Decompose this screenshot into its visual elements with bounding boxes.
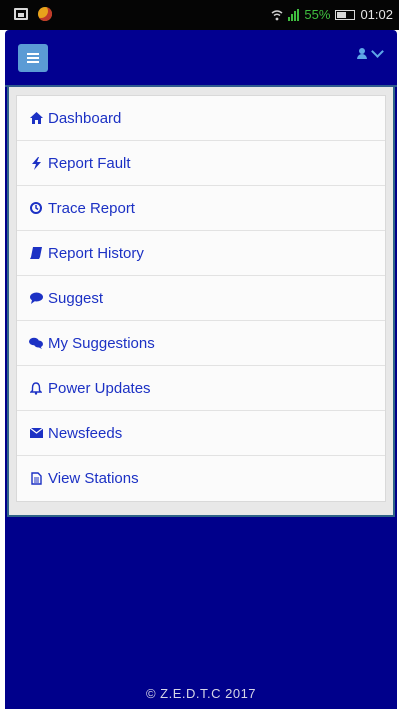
status-bar-right: 55% 01:02 (271, 7, 393, 22)
menu-item-label: My Suggestions (48, 334, 155, 352)
bolt-icon (29, 156, 43, 170)
menu-item-label: Report History (48, 244, 144, 262)
home-icon (29, 111, 43, 125)
menu-item-label: Report Fault (48, 154, 131, 172)
bell-icon (29, 381, 43, 395)
file-icon (29, 472, 43, 486)
user-icon (356, 48, 368, 60)
book-icon (29, 246, 43, 260)
app-notification-icon (38, 7, 52, 21)
menu-item-label: Newsfeeds (48, 424, 123, 442)
clock-time: 01:02 (360, 7, 393, 22)
menu-item-label: Power Updates (48, 379, 151, 397)
menu-item-report-history[interactable]: Report History (17, 231, 385, 276)
footer-copyright: © Z.E.D.T.C 2017 (145, 686, 257, 701)
nav-menu-list: Dashboard Report Fault Trace Report Repo… (16, 95, 386, 502)
menu-item-dashboard[interactable]: Dashboard (17, 96, 385, 141)
top-navbar (5, 30, 397, 87)
menu-item-label: Dashboard (48, 109, 122, 127)
menu-item-suggest[interactable]: Suggest (17, 276, 385, 321)
menu-item-my-suggestions[interactable]: My Suggestions (17, 321, 385, 366)
app-screen: 55% 01:02 Dashboard Report Fault Trace R… (0, 0, 399, 709)
battery-percent: 55% (304, 7, 331, 22)
menu-item-newsfeeds[interactable]: Newsfeeds (17, 411, 385, 456)
clock-icon (29, 201, 43, 215)
menu-item-label: Suggest (48, 289, 104, 307)
menu-item-label: View Stations (48, 470, 139, 487)
menu-toggle-button[interactable] (18, 44, 48, 72)
envelope-icon (29, 426, 43, 440)
battery-icon (335, 9, 356, 20)
gallery-notification-icon (14, 8, 28, 20)
nav-menu-panel: Dashboard Report Fault Trace Report Repo… (7, 87, 395, 517)
menu-item-trace-report[interactable]: Trace Report (17, 186, 385, 231)
signal-icon (288, 8, 300, 21)
comments-icon (29, 336, 43, 350)
menu-item-power-updates[interactable]: Power Updates (17, 366, 385, 411)
menu-item-view-stations[interactable]: View Stations (17, 456, 385, 501)
wifi-icon (271, 9, 283, 21)
menu-item-label: Trace Report (48, 199, 135, 217)
user-dropdown-button[interactable] (356, 45, 384, 60)
status-bar-left (14, 7, 52, 21)
app-frame: Dashboard Report Fault Trace Report Repo… (5, 30, 397, 709)
status-bar: 55% 01:02 (0, 0, 399, 30)
chevron-down-icon (371, 45, 384, 58)
menu-item-report-fault[interactable]: Report Fault (17, 141, 385, 186)
comment-icon (29, 291, 43, 305)
